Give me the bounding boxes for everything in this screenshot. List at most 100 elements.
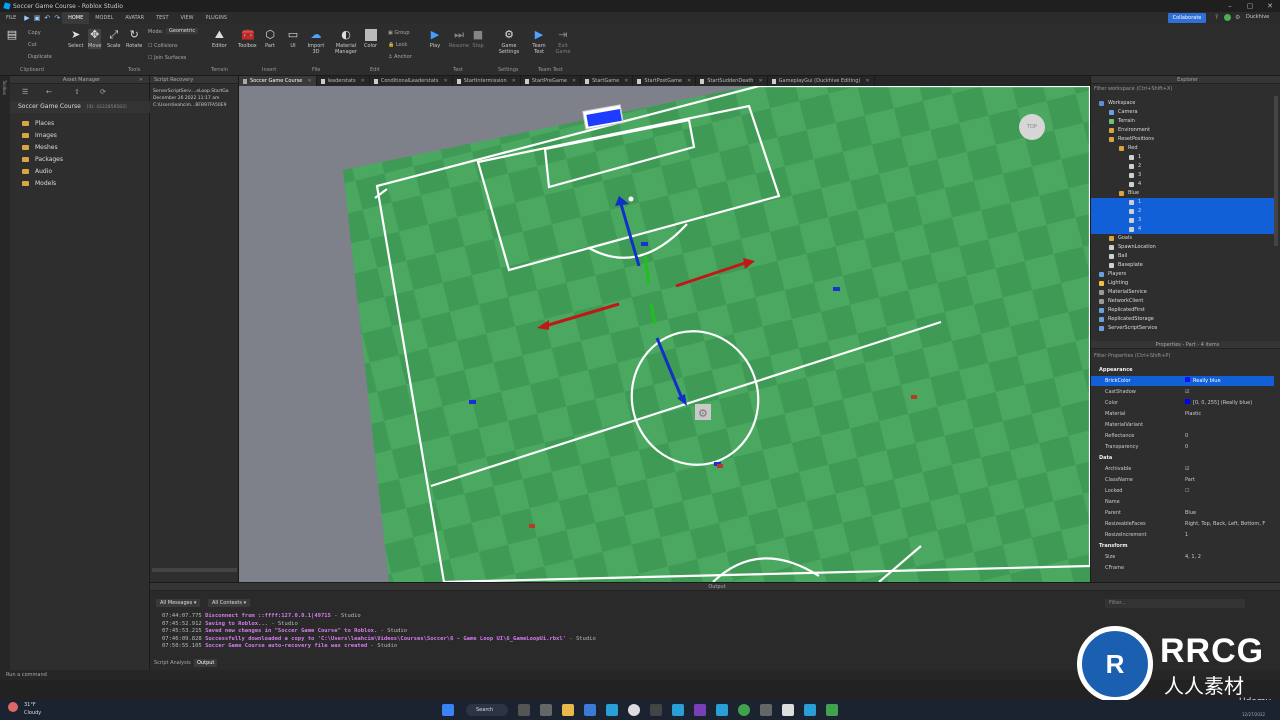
property-row[interactable]: BrickColor Really blue [1091, 376, 1274, 386]
property-value[interactable]: Part [1185, 477, 1195, 483]
explorer-filter-input[interactable]: Filter workspace (Ctrl+Shift+X) [1094, 86, 1172, 92]
explorer-item[interactable]: Red [1091, 144, 1274, 153]
asset-folder-places[interactable]: Places [22, 120, 54, 127]
property-value[interactable]: 0 [1185, 433, 1188, 439]
roblox-studio-taskbar-icon[interactable] [782, 704, 794, 716]
property-row[interactable]: ResizeIncrement 1 [1091, 530, 1274, 540]
onenote-icon[interactable] [694, 704, 706, 716]
horizontal-scrollbar[interactable] [152, 568, 237, 572]
property-value[interactable]: Blue [1185, 510, 1196, 516]
asset-folder-images[interactable]: Images [22, 132, 57, 139]
explorer-item[interactable]: Camera [1091, 108, 1274, 117]
explorer-item[interactable]: SpawnLocation [1091, 243, 1274, 252]
resume-button[interactable]: ⏭ Resume [449, 29, 469, 50]
message-filter-dropdown[interactable]: All Messages ▾ [156, 599, 201, 607]
color-button[interactable]: Color [364, 29, 377, 49]
menu-file[interactable]: FILE [0, 12, 22, 24]
property-value[interactable]: 1 [1185, 532, 1188, 538]
back-icon[interactable]: ← [46, 88, 52, 96]
close-tab-icon[interactable]: ✕ [687, 76, 691, 86]
tab-output[interactable]: Output [194, 659, 218, 667]
anchor-button[interactable]: ⚓ Anchor [388, 54, 412, 60]
explorer-item[interactable]: 4 [1091, 180, 1274, 189]
view-cube[interactable]: TOP [1019, 114, 1045, 140]
mode-dropdown[interactable]: Geometric [166, 28, 199, 34]
status-icon[interactable] [1224, 14, 1231, 21]
property-value[interactable]: ☑ [1185, 389, 1189, 395]
part-button[interactable]: ⬡ Part [264, 29, 276, 50]
explorer-item[interactable]: 2 [1091, 162, 1274, 171]
explorer-item[interactable]: 1 [1091, 198, 1274, 207]
explorer-item[interactable]: Players [1091, 270, 1274, 279]
notifications-icon[interactable]: ⚙ [1235, 14, 1240, 21]
asset-folder-packages[interactable]: Packages [22, 156, 63, 163]
close-button[interactable]: ✕ [1260, 0, 1280, 12]
menu-plugins[interactable]: PLUGINS [200, 12, 233, 24]
close-tab-icon[interactable]: ✕ [865, 76, 869, 86]
property-row[interactable]: Transparency 0 [1091, 442, 1274, 452]
stop-button[interactable]: ■ Stop [472, 29, 484, 50]
editor-tab[interactable]: Soccer Game Course ✕ [239, 76, 317, 86]
explorer-item[interactable]: ReplicatedFirst [1091, 306, 1274, 315]
cut-button[interactable]: Cut [28, 42, 37, 48]
app-icon-3[interactable] [606, 704, 618, 716]
explorer-item[interactable]: Terrain [1091, 117, 1274, 126]
copy-button[interactable]: Copy [28, 30, 41, 36]
property-section[interactable]: Appearance [1091, 365, 1274, 375]
editor-tab[interactable]: StartIntermission ✕ [453, 76, 521, 86]
editor-tab[interactable]: StartSuddenDeath ✕ [696, 76, 768, 86]
editor-tab[interactable]: GameplayGui (Duckhive Editing) ✕ [768, 76, 875, 86]
close-tab-icon[interactable]: ✕ [443, 76, 447, 86]
property-section[interactable]: Data [1091, 453, 1274, 463]
context-filter-dropdown[interactable]: All Contexts ▾ [208, 599, 251, 607]
property-value[interactable]: ☐ [1185, 488, 1189, 494]
app-icon-8[interactable] [760, 704, 772, 716]
collaborate-button[interactable]: Collaborate [1168, 13, 1206, 23]
editor-tab[interactable]: StartGame ✕ [581, 76, 634, 86]
join-surfaces-toggle[interactable]: ☐ Join Surfaces [148, 55, 186, 61]
editor-tab[interactable]: ConditionalLeaderstats ✕ [370, 76, 453, 86]
output-filter-input[interactable]: Filter... [1105, 599, 1245, 608]
refresh-icon[interactable]: ⟳ [100, 88, 106, 96]
explorer-item[interactable]: ReplicatedStorage [1091, 315, 1274, 324]
ui-button[interactable]: ▭ UI [287, 29, 299, 50]
asset-folder-models[interactable]: Models [22, 180, 56, 187]
editor-tab[interactable]: StartPreGame ✕ [521, 76, 582, 86]
app-icon-9[interactable] [804, 704, 816, 716]
property-row[interactable]: CFrame [1091, 563, 1274, 573]
toolbox-side-tab[interactable]: Toolbox [2, 80, 7, 95]
taskbar-search[interactable]: Search [466, 704, 508, 716]
menu-avatar[interactable]: AVATAR [119, 12, 150, 24]
group-button[interactable]: ▣ Group [388, 30, 410, 36]
explorer-item[interactable]: Baseplate [1091, 261, 1274, 270]
property-row[interactable]: MaterialVariant [1091, 420, 1274, 430]
task-view-icon[interactable] [518, 704, 530, 716]
chrome-icon[interactable] [628, 704, 640, 716]
close-tab-icon[interactable]: ✕ [512, 76, 516, 86]
property-row[interactable]: Color [0, 0, 255] (Really blue) [1091, 398, 1274, 408]
explorer-item[interactable]: 4 [1091, 225, 1274, 234]
recovery-entry[interactable]: ServerScriptServ....eLoop.StartGa Decemb… [153, 88, 229, 109]
material-manager-button[interactable]: ◐ Material Manager [334, 29, 358, 56]
toolbox-button[interactable]: 🧰 Toolbox [238, 29, 257, 50]
explorer-item[interactable]: Workspace [1091, 99, 1274, 108]
app-icon-4[interactable] [650, 704, 662, 716]
explorer-item[interactable]: ServerScriptService [1091, 324, 1274, 333]
explorer-item[interactable]: NetworkClient [1091, 297, 1274, 306]
menu-test[interactable]: TEST [150, 12, 174, 24]
close-tab-icon[interactable]: ✕ [307, 76, 311, 86]
editor-tab[interactable]: StartPostGame ✕ [633, 76, 697, 86]
explorer-scrollbar[interactable] [1274, 96, 1278, 246]
explorer-item[interactable]: MaterialService [1091, 288, 1274, 297]
properties-filter-input[interactable]: Filter Properties (Ctrl+Shift+P) [1094, 353, 1170, 359]
property-row[interactable]: Parent Blue [1091, 508, 1274, 518]
list-view-icon[interactable]: ☰ [22, 88, 28, 96]
asset-folder-audio[interactable]: Audio [22, 168, 52, 175]
scale-tool[interactable]: ⤢ Scale [107, 29, 120, 50]
collisions-toggle[interactable]: ☐ Collisions [148, 43, 178, 49]
menu-model[interactable]: MODEL [89, 12, 119, 24]
explorer-item[interactable]: 1 [1091, 153, 1274, 162]
property-row[interactable]: Archivable ☑ [1091, 464, 1274, 474]
close-tab-icon[interactable]: ✕ [758, 76, 762, 86]
property-row[interactable]: Name [1091, 497, 1274, 507]
